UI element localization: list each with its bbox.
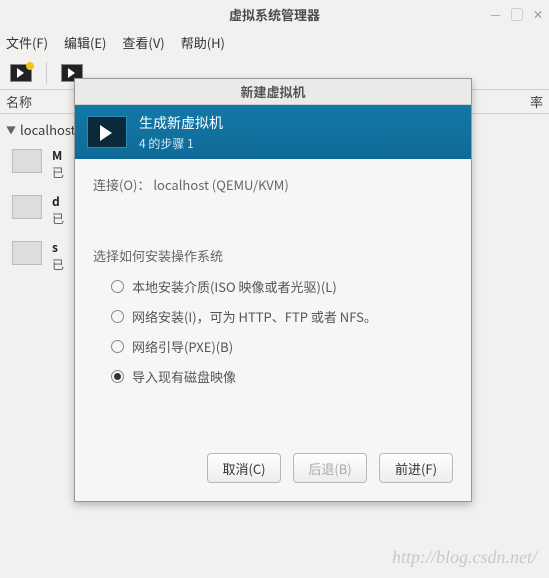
monitor-icon [12, 195, 42, 219]
watermark-text: http://blog.csdn.net/ [392, 547, 537, 568]
vm-status: 已 [52, 256, 64, 273]
radio-label: 导入现有磁盘映像 [132, 367, 236, 386]
main-window-title: 虚拟系统管理器 [0, 5, 549, 24]
connection-label: 连接(O)： [93, 175, 150, 194]
vm-name: M [52, 147, 62, 164]
new-vm-button[interactable] [6, 60, 36, 86]
minimize-icon[interactable]: — [490, 6, 501, 23]
expand-icon: ▼ [6, 122, 16, 137]
vm-status: 已 [52, 210, 64, 227]
host-label: localhost [20, 120, 76, 139]
menu-help[interactable]: 帮助(H) [181, 33, 225, 52]
col-rate[interactable]: 率 [530, 92, 543, 111]
separator [46, 62, 47, 84]
menu-edit[interactable]: 编辑(E) [64, 33, 106, 52]
menu-file[interactable]: 文件(F) [6, 33, 48, 52]
col-name[interactable]: 名称 [6, 92, 32, 111]
monitor-new-icon [10, 64, 32, 82]
radio-local-media[interactable]: 本地安装介质(ISO 映像或者光驱)(L) [93, 277, 453, 296]
radio-pxe[interactable]: 网络引导(PXE)(B) [93, 337, 453, 356]
dialog-footer: 取消(C) 后退(B) 前进(F) [75, 453, 471, 501]
monitor-play-icon [87, 116, 127, 148]
monitor-icon [12, 241, 42, 265]
close-icon[interactable]: ✕ [533, 6, 543, 23]
radio-label: 网络引导(PXE)(B) [132, 337, 233, 356]
radio-import-disk[interactable]: 导入现有磁盘映像 [93, 367, 453, 386]
dialog-header: 生成新虚拟机 4 的步骤 1 [75, 105, 471, 159]
dialog-header-text: 生成新虚拟机 4 的步骤 1 [139, 113, 223, 152]
maximize-icon[interactable]: ▢ [511, 6, 523, 23]
connection-value: localhost (QEMU/KVM) [153, 175, 288, 194]
radio-icon [111, 280, 124, 293]
connection-line: 连接(O)： localhost (QEMU/KVM) [93, 175, 453, 194]
vm-status: 已 [52, 164, 64, 181]
dialog-step-label: 4 的步骤 1 [139, 135, 223, 152]
cancel-button[interactable]: 取消(C) [207, 453, 281, 483]
dialog-titlebar: 新建虚拟机 [75, 79, 471, 105]
back-button[interactable]: 后退(B) [293, 453, 367, 483]
vm-name: s [52, 239, 58, 256]
vm-info: d 已 [52, 193, 64, 227]
radio-icon [111, 310, 124, 323]
radio-icon [111, 340, 124, 353]
forward-button-label: 前进(F) [395, 459, 437, 478]
dialog-title: 新建虚拟机 [240, 82, 305, 101]
install-method-label: 选择如何安装操作系统 [93, 246, 453, 265]
menu-view[interactable]: 查看(V) [122, 33, 164, 52]
radio-label: 网络安装(I)，可为 HTTP、FTP 或者 NFS。 [132, 307, 377, 326]
menubar: 文件(F) 编辑(E) 查看(V) 帮助(H) [0, 28, 549, 56]
radio-network-install[interactable]: 网络安装(I)，可为 HTTP、FTP 或者 NFS。 [93, 307, 453, 326]
window-controls: — ▢ ✕ [490, 6, 543, 23]
vm-info: M 已 [52, 147, 64, 181]
new-vm-dialog: 新建虚拟机 生成新虚拟机 4 的步骤 1 连接(O)： localhost (Q… [74, 78, 472, 502]
dialog-body: 连接(O)： localhost (QEMU/KVM) 选择如何安装操作系统 本… [75, 159, 471, 453]
monitor-icon [12, 149, 42, 173]
forward-button[interactable]: 前进(F) [379, 453, 453, 483]
cancel-button-label: 取消(C) [222, 459, 265, 478]
dialog-header-title: 生成新虚拟机 [139, 113, 223, 133]
radio-label: 本地安装介质(ISO 映像或者光驱)(L) [132, 277, 337, 296]
vm-name: d [52, 193, 60, 210]
radio-icon [111, 370, 124, 383]
back-button-label: 后退(B) [308, 459, 351, 478]
vm-info: s 已 [52, 239, 64, 273]
main-titlebar: 虚拟系统管理器 — ▢ ✕ [0, 0, 549, 28]
